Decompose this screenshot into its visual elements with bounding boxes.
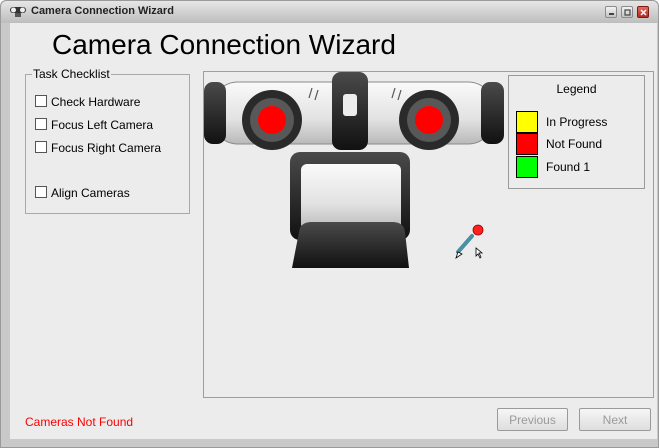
status-message: Cameras Not Found: [25, 415, 134, 429]
legend-swatch: [516, 133, 538, 155]
legend-label: Found 1: [546, 160, 591, 174]
minimize-button[interactable]: [605, 6, 617, 18]
checkbox-box[interactable]: [35, 118, 47, 130]
legend-swatch: [516, 156, 538, 178]
checkbox-label: Focus Left Camera: [51, 118, 154, 132]
focus-right-camera-checkbox[interactable]: Focus Right Camera: [35, 141, 161, 155]
close-icon: [640, 9, 647, 16]
maximize-icon: [624, 9, 631, 16]
legend-label: In Progress: [546, 115, 608, 129]
checkbox-label: Focus Right Camera: [51, 141, 162, 155]
wizard-client-area: Camera Connection Wizard Task Checklist …: [10, 23, 657, 439]
microphone-cursor-icon: [455, 224, 484, 259]
legend-label: Not Found: [546, 137, 603, 151]
left-lens-indicator: [258, 106, 286, 134]
minimize-icon: [609, 13, 614, 15]
title-bar[interactable]: Camera Connection Wizard: [1, 1, 658, 23]
close-button[interactable]: [637, 6, 649, 18]
right-lens-indicator: [415, 106, 443, 134]
legend-title: Legend: [556, 82, 597, 96]
checkbox-label: Check Hardware: [51, 95, 141, 109]
next-button[interactable]: Next: [579, 408, 651, 431]
checkbox-box[interactable]: [35, 141, 47, 153]
window-title: Camera Connection Wizard: [31, 5, 174, 17]
page-heading: Camera Connection Wizard: [52, 29, 396, 60]
wizard-window: Camera Connection Wizard Camera Connecti…: [0, 0, 659, 448]
align-cameras-checkbox[interactable]: Align Cameras: [35, 186, 130, 200]
checkbox-box[interactable]: [35, 186, 47, 198]
maximize-button[interactable]: [621, 6, 633, 18]
check-hardware-checkbox[interactable]: Check Hardware: [35, 95, 140, 109]
camera-preview-panel: Legend In Progress Not Found Found 1: [203, 71, 654, 398]
focus-left-camera-checkbox[interactable]: Focus Left Camera: [35, 118, 153, 132]
task-checklist-group: Task Checklist Check Hardware Focus Left…: [25, 67, 190, 214]
legend-swatch: [516, 111, 538, 133]
legend-panel: Legend In Progress Not Found Found 1: [508, 75, 645, 189]
task-checklist-title: Task Checklist: [32, 67, 111, 81]
checkbox-box[interactable]: [35, 95, 47, 107]
checkbox-label: Align Cameras: [51, 186, 130, 200]
previous-button[interactable]: Previous: [497, 408, 568, 431]
stereo-camera-icon: [10, 7, 26, 17]
